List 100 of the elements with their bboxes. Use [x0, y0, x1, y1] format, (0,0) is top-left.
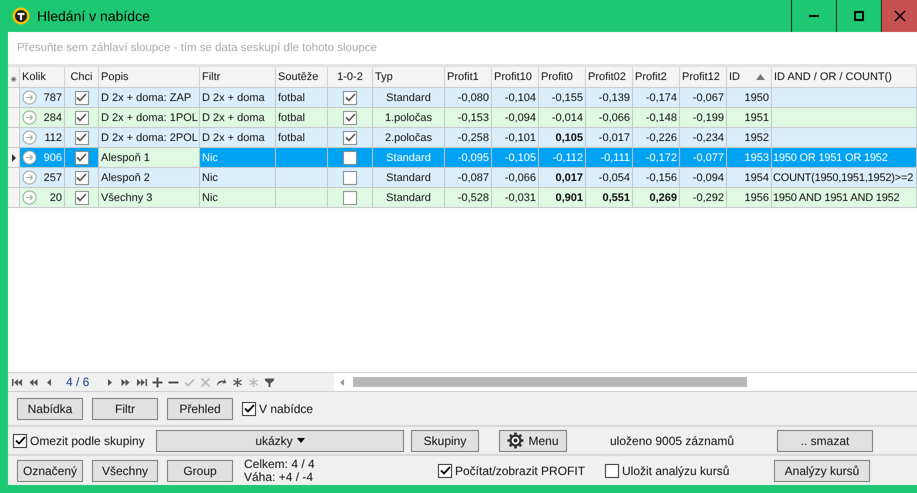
add-icon[interactable] [152, 376, 164, 388]
table-cell: Standard [373, 148, 445, 168]
checkbox[interactable] [74, 190, 88, 204]
table-cell: -0,017 [586, 128, 633, 148]
table-cell: D 2x + doma: ZAP [99, 88, 200, 108]
table-cell: Standard [373, 168, 445, 188]
checkbox[interactable] [605, 464, 619, 478]
checkbox-label: Omezit podle skupiny [30, 434, 145, 448]
checkbox[interactable] [343, 130, 357, 144]
table-cell: -0,087 [445, 168, 492, 188]
table-row[interactable]: 906 Alespoň 1 Nic Standard -0,095 -0,105 -0,112 -0,111 -0,172 -0,077 1953 1950 OR 1951 OR 1952 [8, 148, 917, 168]
analysis-button[interactable]: Analýzy kursů [774, 460, 870, 482]
table-cell: -0,104 [492, 88, 539, 108]
close-icon [894, 10, 906, 22]
table-cell: D 2x + doma [200, 108, 276, 128]
checkbox[interactable] [343, 110, 357, 124]
column-header[interactable]: Typ [373, 67, 445, 87]
column-header[interactable]: Profit02 [586, 67, 633, 87]
table-row[interactable]: 284 D 2x + doma: 1POL D 2x + doma fotbal 1.poločas -0,153 -0,094 -0,014 -0,066 -0,148 -0,199 1951 [8, 108, 917, 128]
checkbox[interactable] [74, 130, 88, 144]
column-header[interactable]: Filtr [200, 67, 276, 87]
last-icon[interactable] [136, 376, 148, 388]
checkbox[interactable] [74, 90, 88, 104]
checkbox[interactable] [74, 150, 88, 164]
checkbox-label: Počítat/zobrazit PROFIT [455, 464, 586, 478]
table-cell: 0,551 [586, 188, 633, 208]
table-row[interactable]: 257 Alespoň 2 Nic Standard -0,087 -0,066 0,017 -0,054 -0,156 -0,094 1954 COUNT(1950,1951,1952)>=2 [8, 168, 917, 188]
group-filter-checkbox[interactable]: Omezit podle skupiny [13, 434, 156, 448]
filter-icon[interactable] [264, 376, 276, 388]
column-header[interactable]: Profit0 [539, 67, 586, 87]
action-button[interactable]: Filtr [92, 398, 158, 420]
star-icon[interactable] [232, 376, 244, 388]
checkbox[interactable] [343, 170, 357, 184]
table-cell: 1950 OR 1951 OR 1952 [772, 148, 917, 168]
action-button[interactable]: Všechny [92, 460, 158, 482]
action-button[interactable]: Přehled [167, 398, 233, 420]
next-page-icon[interactable] [120, 376, 132, 388]
table-cell: 1956 [727, 188, 772, 208]
action-button[interactable]: Nabídka [17, 398, 83, 420]
quantity-text: 906 [44, 152, 62, 164]
save-analysis-checkbox[interactable]: Uložit analýzu kursů [605, 464, 765, 478]
refresh-icon[interactable] [216, 376, 228, 388]
table-cell: -0,226 [633, 128, 680, 148]
column-header[interactable]: Profit10 [492, 67, 539, 87]
checkbox[interactable] [343, 190, 357, 204]
column-header[interactable]: Profit1 [445, 67, 492, 87]
column-header[interactable]: 1-0-2 [328, 67, 373, 87]
checkbox[interactable] [74, 110, 88, 124]
profit-checkbox[interactable]: Počítat/zobrazit PROFIT [438, 464, 596, 478]
table-cell: -0,095 [445, 148, 492, 168]
action-button[interactable]: Group [167, 460, 233, 482]
checkbox[interactable] [242, 402, 256, 416]
totals-text: Celkem: 4 / 4 [244, 458, 316, 470]
table-cell: D 2x + doma: 2POL [99, 128, 200, 148]
gear-icon [507, 432, 524, 449]
in-offer-checkbox[interactable]: V nabídce [242, 402, 314, 416]
column-header[interactable]: Profit12 [680, 67, 727, 87]
table-cell: Nic [200, 148, 276, 168]
checkbox[interactable] [343, 90, 357, 104]
scrollbar-thumb[interactable] [353, 377, 747, 387]
row-header[interactable] [8, 148, 20, 168]
column-header[interactable]: Soutěže [276, 67, 328, 87]
table-row[interactable]: 20 Všechny 3 Nic Standard -0,528 -0,031 0,901 0,551 0,269 -0,292 1956 1950 AND 1951 AND 1952 [8, 188, 917, 208]
table-cell: COUNT(1950,1951,1952)>=2 [772, 168, 917, 188]
quantity-text: 112 [44, 132, 62, 144]
column-header[interactable]: Profit2 [633, 67, 680, 87]
window-title: Hledání v nabídce [37, 8, 150, 24]
groups-button[interactable]: Skupiny [411, 430, 479, 452]
checkbox[interactable] [343, 150, 357, 164]
table-cell: -0,094 [492, 108, 539, 128]
table-cell: Všechny 3 [99, 188, 200, 208]
table-cell: 0,269 [633, 188, 680, 208]
table-cell: D 2x + doma [200, 128, 276, 148]
table-cell: D 2x + doma: 1POL [99, 108, 200, 128]
column-header[interactable]: Chci [65, 67, 99, 87]
close-button[interactable] [881, 0, 917, 32]
app-logo-icon [12, 7, 30, 25]
prev-page-icon[interactable] [28, 376, 39, 388]
delete-button[interactable]: .. smazat [777, 430, 873, 452]
table-cell: -0,031 [492, 188, 539, 208]
checkbox[interactable] [438, 464, 452, 478]
table-cell: 1954 [727, 168, 772, 188]
table-row[interactable]: 787 D 2x + doma: ZAP D 2x + doma fotbal Standard -0,080 -0,104 -0,155 -0,139 -0,174 -0,067 1950 [8, 88, 917, 108]
menu-button[interactable]: Menu [499, 430, 567, 452]
table-row[interactable]: 112 D 2x + doma: 2POL D 2x + doma fotbal 2.poločas -0,258 -0,101 0,105 -0,017 -0,226 -0,234 1952 [8, 128, 917, 148]
first-icon[interactable] [12, 376, 23, 388]
column-header[interactable]: ID AND / OR / COUNT() [772, 67, 917, 87]
checkbox[interactable] [13, 434, 27, 448]
quantity-text: 257 [44, 172, 62, 184]
scroll-left-icon[interactable] [340, 378, 344, 386]
checkbox[interactable] [74, 170, 88, 184]
table-cell: 0,017 [539, 168, 586, 188]
table-cell: Nic [200, 188, 276, 208]
column-header[interactable]: Kolik [20, 67, 65, 87]
column-header[interactable]: Popis [99, 67, 200, 87]
column-header[interactable]: ID [727, 67, 772, 87]
table-cell: -0,066 [492, 168, 539, 188]
group-dropdown[interactable]: ukázky [156, 430, 404, 452]
table-cell: -0,067 [680, 88, 727, 108]
action-button[interactable]: Označený [17, 460, 83, 482]
